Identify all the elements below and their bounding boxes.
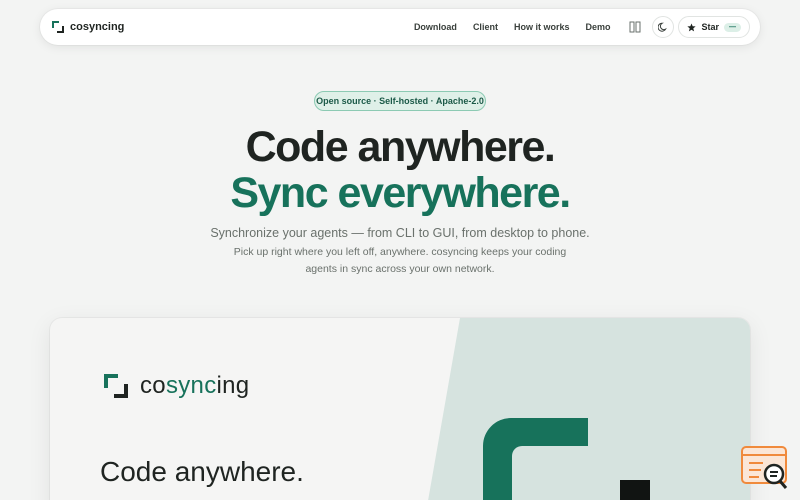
star-count: — — [724, 22, 741, 32]
nav-link-client[interactable]: Client — [473, 22, 498, 32]
moon-icon — [658, 22, 668, 32]
brand-name: cosyncing — [70, 21, 125, 33]
nav-link-demo[interactable]: Demo — [585, 22, 610, 32]
panels-icon — [629, 21, 641, 33]
theme-toggle-button[interactable] — [652, 16, 675, 38]
github-star-button[interactable]: Star — — [678, 16, 750, 38]
star-label: Star — [701, 22, 719, 32]
hero-title-line2: Sync everywhere. — [230, 169, 571, 217]
top-navbar: cosyncing Download Client How it works D… — [40, 9, 760, 45]
product-preview-card: cosyncing Code anywhere. — [50, 318, 750, 500]
nav-link-download[interactable]: Download — [414, 22, 457, 32]
license-badge: Open source · Self-hosted · Apache-2.0 — [314, 91, 486, 111]
star-icon — [687, 22, 697, 31]
preview-brand-name: cosyncing — [140, 372, 250, 399]
layout-toggle-button[interactable] — [624, 16, 646, 38]
search-widget-button[interactable] — [739, 444, 791, 492]
hero-subtitle: Synchronize your agents — from CLI to GU… — [210, 226, 590, 240]
nav-link-how-it-works[interactable]: How it works — [514, 22, 570, 32]
hero-title-line1: Code anywhere. — [245, 123, 556, 171]
brand-link[interactable]: cosyncing — [52, 21, 124, 33]
preview-headline: Code anywhere. — [100, 456, 304, 487]
preview-brand: cosyncing — [104, 372, 249, 400]
search-document-icon — [741, 446, 788, 489]
cosyncing-logo-icon — [52, 21, 64, 33]
hero-description: Pick up right where you left off, anywhe… — [233, 246, 567, 275]
cosyncing-logo-icon — [104, 374, 128, 398]
